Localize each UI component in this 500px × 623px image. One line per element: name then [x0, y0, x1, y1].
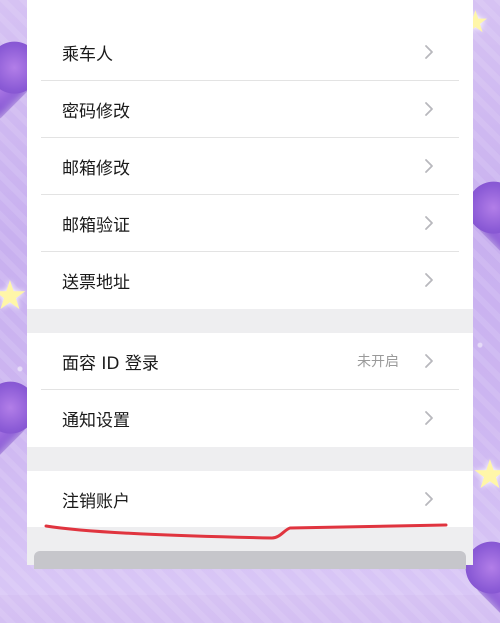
- red-underline-annotation: [44, 523, 448, 540]
